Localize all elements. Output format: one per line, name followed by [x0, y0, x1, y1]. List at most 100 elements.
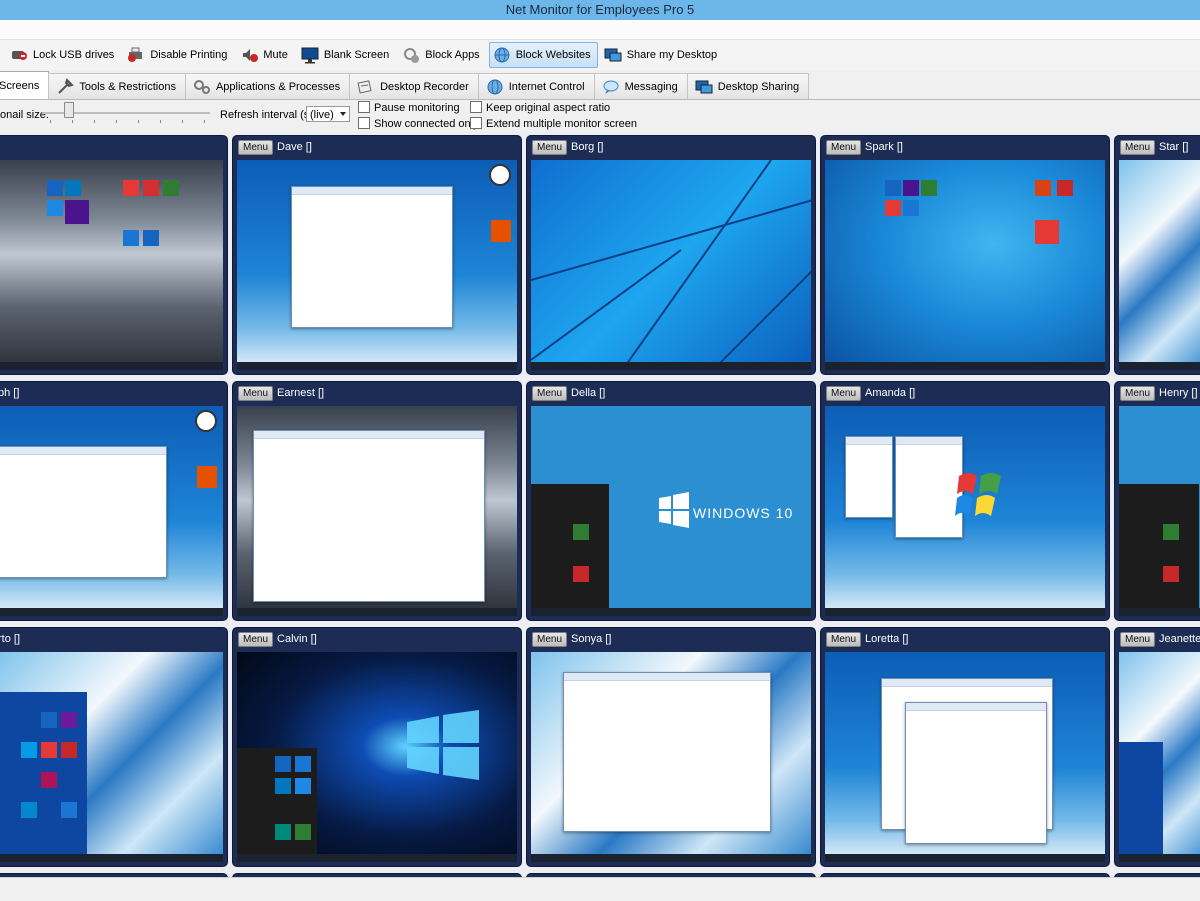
thumbnail-header: Menu Henry []: [1115, 382, 1200, 404]
desktop-share-icon: [695, 80, 713, 93]
checkbox-box: [470, 101, 482, 113]
block-apps-button[interactable]: Block Apps: [398, 42, 486, 68]
remote-window: [563, 672, 771, 832]
computer-thumbnail-borg[interactable]: Menu Borg []: [526, 135, 816, 375]
tab-applications-processes[interactable]: Applications & Processes: [184, 73, 351, 99]
start-tile: [163, 180, 179, 196]
thumbnail-size-slider[interactable]: [64, 102, 74, 118]
computer-bracket: []: [1182, 141, 1189, 153]
show-connected-only-checkbox[interactable]: Show connected only: [358, 117, 479, 130]
menu-strip: [0, 20, 1200, 40]
computer-name: Della: [571, 387, 597, 399]
remote-screen[interactable]: [1119, 406, 1200, 616]
thumbnail-menu-button[interactable]: Menu: [826, 385, 862, 401]
computer-thumbnail[interactable]: ph []: [0, 381, 228, 621]
remote-screen[interactable]: [237, 652, 517, 862]
computer-thumbnail-calvin[interactable]: Menu Calvin []: [232, 627, 522, 867]
tab-internet-control-label: Internet Control: [508, 80, 585, 93]
start-tile: [143, 230, 159, 246]
tab-desktop-sharing[interactable]: Desktop Sharing: [686, 73, 810, 99]
start-tile: [573, 524, 589, 540]
remote-screen[interactable]: [0, 406, 223, 616]
start-menu: [1119, 484, 1199, 614]
remote-screen[interactable]: [1119, 652, 1200, 862]
thumbnail-header: Menu Loretta []: [821, 628, 1109, 650]
refresh-interval-select[interactable]: (live): [306, 106, 350, 122]
disable-printing-label: Disable Printing: [150, 49, 228, 61]
computer-thumbnail-spark[interactable]: Menu Spark []: [820, 135, 1110, 375]
share-my-desktop-button[interactable]: Share my Desktop: [600, 42, 724, 68]
computer-bracket: []: [902, 633, 909, 645]
start-tile: [61, 712, 77, 728]
tab-desktop-recorder-label: Desktop Recorder: [380, 80, 469, 93]
remote-screen[interactable]: WINDOWS 10: [531, 406, 811, 616]
printer-disabled-icon: [128, 47, 143, 62]
tab-bar: Screens Tools & Restrictions Application…: [0, 71, 1200, 100]
thumbnail-menu-button[interactable]: Menu: [238, 139, 274, 155]
remote-screen[interactable]: [825, 406, 1105, 616]
computer-thumbnail-jeanette[interactable]: MenuJeanette []: [1114, 627, 1200, 867]
tab-messaging[interactable]: Messaging: [593, 73, 688, 99]
remote-screen[interactable]: [0, 160, 223, 370]
taskbar: [1119, 362, 1200, 370]
computer-thumbnail[interactable]: [0, 135, 228, 375]
computer-thumbnail-della[interactable]: Menu Della [] WINDOWS 10: [526, 381, 816, 621]
start-menu: [1119, 742, 1163, 854]
taskbar: [825, 362, 1105, 370]
remote-screen[interactable]: [825, 652, 1105, 862]
computer-thumbnail-star[interactable]: Menu Star []: [1114, 135, 1200, 375]
thumbnail-menu-button[interactable]: Menu: [532, 139, 568, 155]
computer-name: Henry: [1159, 387, 1189, 399]
thumbnail-menu-button[interactable]: Menu: [532, 631, 568, 647]
computer-name: Loretta: [865, 633, 900, 645]
tab-tools-restrictions[interactable]: Tools & Restrictions: [48, 73, 186, 99]
tab-internet-control[interactable]: Internet Control: [477, 73, 595, 99]
pause-monitoring-checkbox[interactable]: Pause monitoring: [358, 101, 460, 114]
disable-printing-button[interactable]: Disable Printing: [123, 42, 234, 68]
slider-tick: [94, 120, 95, 123]
computer-name: Jeanette: [1159, 633, 1200, 645]
computer-thumbnail-sonya[interactable]: Menu Sonya []: [526, 627, 816, 867]
start-tile: [123, 180, 139, 196]
computer-thumbnail[interactable]: rto []: [0, 627, 228, 867]
checkbox-box: [470, 117, 482, 129]
computer-thumbnail-earnest[interactable]: Menu Earnest []: [232, 381, 522, 621]
blank-screen-button[interactable]: Blank Screen: [297, 42, 396, 68]
remote-screen[interactable]: [1119, 160, 1200, 370]
start-tile: [295, 824, 311, 840]
computer-bracket: ph []: [0, 387, 20, 399]
thumbnail-menu-button[interactable]: Menu: [826, 631, 862, 647]
remote-screen[interactable]: [531, 160, 811, 370]
thumbnail-menu-button[interactable]: Menu: [826, 139, 862, 155]
computer-thumbnail-dave[interactable]: Menu Dave []: [232, 135, 522, 375]
mute-button[interactable]: Mute: [236, 42, 294, 68]
thumbnail-size-label: onail size:: [0, 109, 49, 121]
thumbnail-header: Menu Sonya []: [527, 628, 815, 650]
block-websites-button[interactable]: Block Websites: [488, 42, 598, 68]
thumbnail-menu-button[interactable]: Menu: [532, 385, 568, 401]
extend-monitor-checkbox[interactable]: Extend multiple monitor screen: [470, 117, 637, 130]
remote-screen[interactable]: [531, 652, 811, 862]
keep-aspect-ratio-checkbox[interactable]: Keep original aspect ratio: [470, 101, 610, 114]
tab-screens[interactable]: Screens: [0, 71, 50, 99]
remote-screen[interactable]: [825, 160, 1105, 370]
start-tile: [1163, 566, 1179, 582]
computer-thumbnail-amanda[interactable]: Menu Amanda []: [820, 381, 1110, 621]
thumbnail-menu-button[interactable]: Menu: [1120, 631, 1156, 647]
remote-window: [0, 446, 167, 578]
start-menu: [531, 484, 609, 614]
remote-screen[interactable]: [0, 652, 223, 862]
remote-screen[interactable]: [237, 406, 517, 616]
blank-screen-label: Blank Screen: [323, 49, 390, 61]
computer-thumbnail-henry[interactable]: Menu Henry []: [1114, 381, 1200, 621]
remote-screen[interactable]: [237, 160, 517, 370]
tab-applications-label: Applications & Processes: [215, 80, 341, 93]
lock-usb-button[interactable]: Lock USB drives: [6, 42, 121, 68]
thumbnail-menu-button[interactable]: Menu: [1120, 139, 1156, 155]
thumbnail-menu-button[interactable]: Menu: [238, 385, 274, 401]
computer-thumbnail-loretta[interactable]: Menu Loretta []: [820, 627, 1110, 867]
thumbnail-menu-button[interactable]: Menu: [1120, 385, 1156, 401]
thumbnail-menu-button[interactable]: Menu: [238, 631, 274, 647]
start-tile: [21, 802, 37, 818]
tab-desktop-recorder[interactable]: Desktop Recorder: [349, 73, 479, 99]
